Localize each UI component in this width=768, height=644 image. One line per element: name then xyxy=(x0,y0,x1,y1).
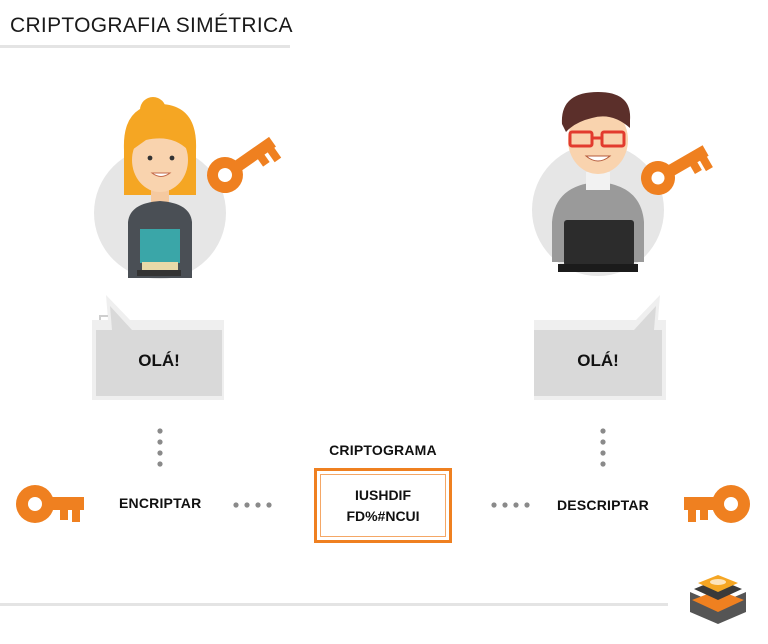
decrypt-key-icon xyxy=(684,485,750,523)
ciphertext-title: CRIPTOGRAMA xyxy=(329,442,437,458)
receiver-message: OLÁ! xyxy=(577,351,619,370)
sender-message: OLÁ! xyxy=(138,351,180,370)
decrypt-label: DESCRIPTAR xyxy=(557,497,649,513)
layers-logo-icon xyxy=(690,575,746,624)
receiver-speech-bubble xyxy=(534,295,666,400)
ciphertext-content: IUSHDIF FD%#NCUI xyxy=(320,474,446,537)
encrypt-key-icon xyxy=(16,485,84,523)
decrypt-dots xyxy=(491,502,530,508)
diagram-canvas xyxy=(16,92,750,624)
encrypt-dots xyxy=(233,502,272,508)
encrypt-label: ENCRIPTAR xyxy=(119,495,202,511)
ciphertext-line-1: IUSHDIF xyxy=(355,486,411,503)
sender-speech-bubble xyxy=(92,295,224,400)
sender-vertical-dots xyxy=(157,428,163,467)
receiver-vertical-dots xyxy=(600,428,606,467)
ciphertext-line-2: FD%#NCUI xyxy=(346,507,420,524)
footer-divider xyxy=(0,603,668,606)
sender-avatar xyxy=(94,97,226,279)
